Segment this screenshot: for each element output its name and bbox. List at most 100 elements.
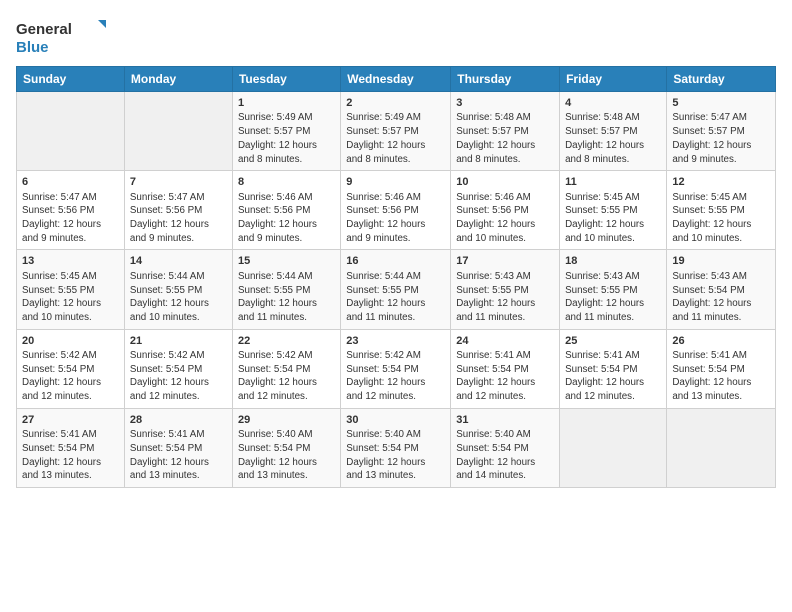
calendar-table: SundayMondayTuesdayWednesdayThursdayFrid… [16,66,776,488]
day-number: 24 [456,334,554,349]
calendar-week-row: 13Sunrise: 5:45 AM Sunset: 5:55 PM Dayli… [17,250,776,329]
calendar-cell: 26Sunrise: 5:41 AM Sunset: 5:54 PM Dayli… [667,329,776,408]
day-info: Sunrise: 5:48 AM Sunset: 5:57 PM Dayligh… [456,111,554,166]
calendar-cell: 7Sunrise: 5:47 AM Sunset: 5:56 PM Daylig… [124,171,232,250]
day-number: 27 [22,413,119,428]
weekday-header-tuesday: Tuesday [232,67,340,92]
day-number: 17 [456,254,554,269]
calendar-cell: 1Sunrise: 5:49 AM Sunset: 5:57 PM Daylig… [232,92,340,171]
calendar-cell: 9Sunrise: 5:46 AM Sunset: 5:56 PM Daylig… [341,171,451,250]
weekday-header-thursday: Thursday [451,67,560,92]
day-number: 31 [456,413,554,428]
day-number: 15 [238,254,335,269]
day-number: 26 [672,334,770,349]
day-info: Sunrise: 5:49 AM Sunset: 5:57 PM Dayligh… [346,111,445,166]
day-number: 9 [346,175,445,190]
svg-text:Blue: Blue [16,39,49,56]
calendar-cell: 23Sunrise: 5:42 AM Sunset: 5:54 PM Dayli… [341,329,451,408]
day-number: 21 [130,334,227,349]
calendar-week-row: 6Sunrise: 5:47 AM Sunset: 5:56 PM Daylig… [17,171,776,250]
day-info: Sunrise: 5:41 AM Sunset: 5:54 PM Dayligh… [672,349,770,404]
day-info: Sunrise: 5:42 AM Sunset: 5:54 PM Dayligh… [22,349,119,404]
logo: General Blue [16,16,106,58]
day-info: Sunrise: 5:48 AM Sunset: 5:57 PM Dayligh… [565,111,661,166]
calendar-cell [560,408,667,487]
day-info: Sunrise: 5:40 AM Sunset: 5:54 PM Dayligh… [456,428,554,483]
day-info: Sunrise: 5:44 AM Sunset: 5:55 PM Dayligh… [130,270,227,325]
day-number: 2 [346,96,445,111]
day-info: Sunrise: 5:46 AM Sunset: 5:56 PM Dayligh… [456,191,554,246]
calendar-cell: 25Sunrise: 5:41 AM Sunset: 5:54 PM Dayli… [560,329,667,408]
calendar-week-row: 27Sunrise: 5:41 AM Sunset: 5:54 PM Dayli… [17,408,776,487]
calendar-cell: 24Sunrise: 5:41 AM Sunset: 5:54 PM Dayli… [451,329,560,408]
day-info: Sunrise: 5:45 AM Sunset: 5:55 PM Dayligh… [672,191,770,246]
calendar-cell: 5Sunrise: 5:47 AM Sunset: 5:57 PM Daylig… [667,92,776,171]
calendar-cell: 15Sunrise: 5:44 AM Sunset: 5:55 PM Dayli… [232,250,340,329]
day-number: 29 [238,413,335,428]
day-info: Sunrise: 5:42 AM Sunset: 5:54 PM Dayligh… [130,349,227,404]
day-info: Sunrise: 5:45 AM Sunset: 5:55 PM Dayligh… [565,191,661,246]
calendar-cell: 11Sunrise: 5:45 AM Sunset: 5:55 PM Dayli… [560,171,667,250]
svg-text:General: General [16,21,72,38]
calendar-cell: 21Sunrise: 5:42 AM Sunset: 5:54 PM Dayli… [124,329,232,408]
day-info: Sunrise: 5:45 AM Sunset: 5:55 PM Dayligh… [22,270,119,325]
calendar-cell: 3Sunrise: 5:48 AM Sunset: 5:57 PM Daylig… [451,92,560,171]
day-number: 25 [565,334,661,349]
calendar-cell: 18Sunrise: 5:43 AM Sunset: 5:55 PM Dayli… [560,250,667,329]
day-info: Sunrise: 5:44 AM Sunset: 5:55 PM Dayligh… [238,270,335,325]
calendar-week-row: 20Sunrise: 5:42 AM Sunset: 5:54 PM Dayli… [17,329,776,408]
header: General Blue [16,16,776,58]
weekday-header-sunday: Sunday [17,67,125,92]
day-info: Sunrise: 5:40 AM Sunset: 5:54 PM Dayligh… [346,428,445,483]
calendar-cell: 6Sunrise: 5:47 AM Sunset: 5:56 PM Daylig… [17,171,125,250]
day-info: Sunrise: 5:47 AM Sunset: 5:56 PM Dayligh… [130,191,227,246]
day-number: 18 [565,254,661,269]
weekday-header-monday: Monday [124,67,232,92]
day-info: Sunrise: 5:46 AM Sunset: 5:56 PM Dayligh… [238,191,335,246]
day-number: 10 [456,175,554,190]
calendar-cell [124,92,232,171]
day-number: 5 [672,96,770,111]
day-info: Sunrise: 5:42 AM Sunset: 5:54 PM Dayligh… [346,349,445,404]
day-number: 4 [565,96,661,111]
calendar-cell: 2Sunrise: 5:49 AM Sunset: 5:57 PM Daylig… [341,92,451,171]
weekday-header-row: SundayMondayTuesdayWednesdayThursdayFrid… [17,67,776,92]
weekday-header-wednesday: Wednesday [341,67,451,92]
calendar-cell: 31Sunrise: 5:40 AM Sunset: 5:54 PM Dayli… [451,408,560,487]
day-number: 19 [672,254,770,269]
calendar-cell: 10Sunrise: 5:46 AM Sunset: 5:56 PM Dayli… [451,171,560,250]
day-info: Sunrise: 5:43 AM Sunset: 5:55 PM Dayligh… [565,270,661,325]
day-number: 23 [346,334,445,349]
calendar-week-row: 1Sunrise: 5:49 AM Sunset: 5:57 PM Daylig… [17,92,776,171]
day-number: 22 [238,334,335,349]
day-info: Sunrise: 5:47 AM Sunset: 5:57 PM Dayligh… [672,111,770,166]
calendar-cell: 8Sunrise: 5:46 AM Sunset: 5:56 PM Daylig… [232,171,340,250]
day-info: Sunrise: 5:49 AM Sunset: 5:57 PM Dayligh… [238,111,335,166]
day-number: 30 [346,413,445,428]
calendar-cell: 19Sunrise: 5:43 AM Sunset: 5:54 PM Dayli… [667,250,776,329]
day-number: 1 [238,96,335,111]
calendar-cell: 12Sunrise: 5:45 AM Sunset: 5:55 PM Dayli… [667,171,776,250]
calendar-cell [17,92,125,171]
day-number: 14 [130,254,227,269]
day-number: 12 [672,175,770,190]
weekday-header-saturday: Saturday [667,67,776,92]
calendar-cell: 29Sunrise: 5:40 AM Sunset: 5:54 PM Dayli… [232,408,340,487]
day-info: Sunrise: 5:41 AM Sunset: 5:54 PM Dayligh… [565,349,661,404]
day-number: 13 [22,254,119,269]
day-number: 28 [130,413,227,428]
day-info: Sunrise: 5:42 AM Sunset: 5:54 PM Dayligh… [238,349,335,404]
day-info: Sunrise: 5:41 AM Sunset: 5:54 PM Dayligh… [130,428,227,483]
day-number: 16 [346,254,445,269]
day-info: Sunrise: 5:41 AM Sunset: 5:54 PM Dayligh… [22,428,119,483]
day-info: Sunrise: 5:43 AM Sunset: 5:55 PM Dayligh… [456,270,554,325]
calendar-cell: 28Sunrise: 5:41 AM Sunset: 5:54 PM Dayli… [124,408,232,487]
calendar-cell: 14Sunrise: 5:44 AM Sunset: 5:55 PM Dayli… [124,250,232,329]
calendar-cell: 27Sunrise: 5:41 AM Sunset: 5:54 PM Dayli… [17,408,125,487]
calendar-cell: 13Sunrise: 5:45 AM Sunset: 5:55 PM Dayli… [17,250,125,329]
day-info: Sunrise: 5:44 AM Sunset: 5:55 PM Dayligh… [346,270,445,325]
calendar-cell: 16Sunrise: 5:44 AM Sunset: 5:55 PM Dayli… [341,250,451,329]
day-number: 7 [130,175,227,190]
page-container: General Blue SundayMondayTuesdayWednesda… [0,0,792,496]
day-info: Sunrise: 5:43 AM Sunset: 5:54 PM Dayligh… [672,270,770,325]
